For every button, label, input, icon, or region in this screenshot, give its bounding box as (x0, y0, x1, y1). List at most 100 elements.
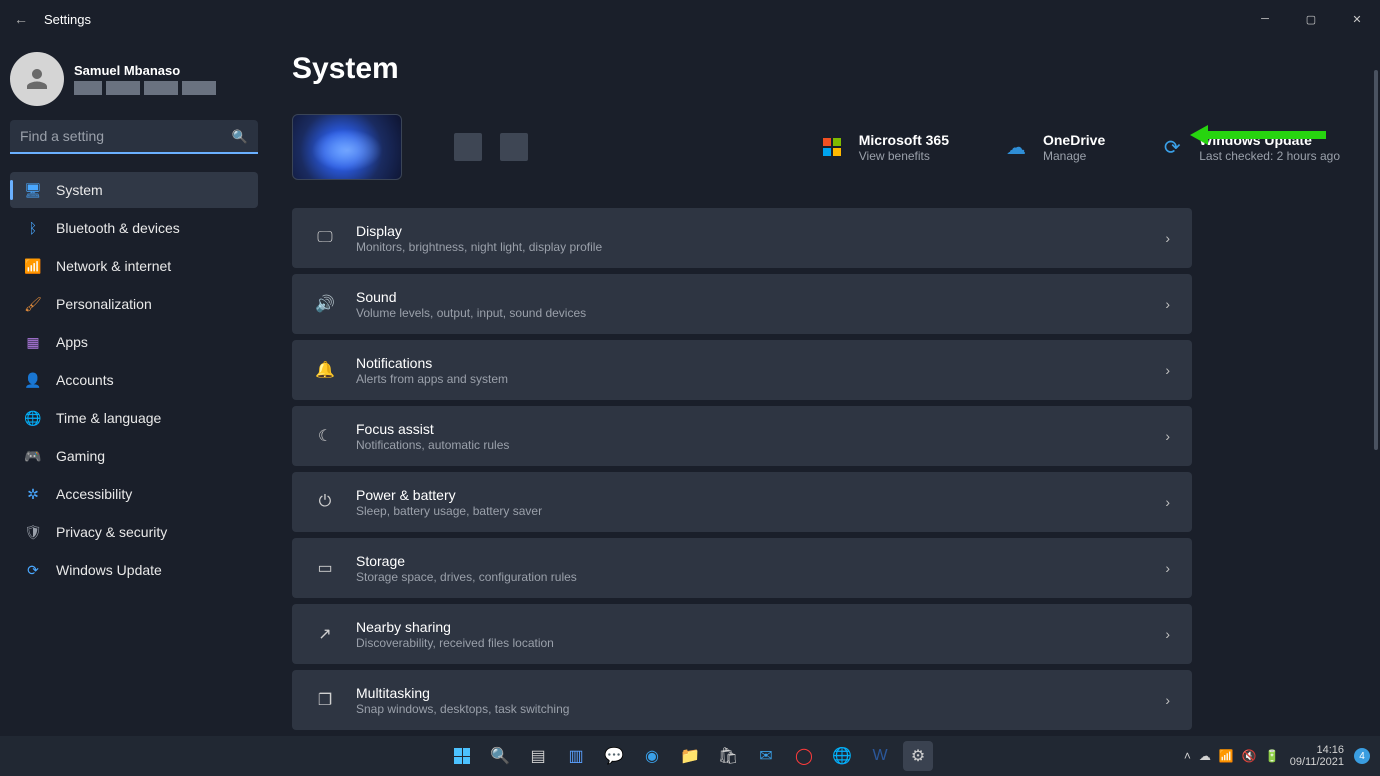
avatar (10, 52, 64, 106)
sidebar-item-label: Privacy & security (56, 524, 167, 540)
settings-row-nearby-sharing[interactable]: ↗ Nearby sharingDiscoverability, received… (292, 604, 1192, 664)
apps-icon: ▦ (24, 333, 42, 351)
windows-update-icon: ⟳ (1157, 132, 1187, 162)
ms365-card[interactable]: Microsoft 365 View benefits (817, 132, 949, 163)
start-button[interactable] (447, 741, 477, 771)
row-subtitle: Snap windows, desktops, task switching (356, 702, 1145, 716)
tray-battery-icon[interactable]: 🔋 (1265, 749, 1280, 763)
bluetooth-devices-icon: ᛒ (24, 219, 42, 237)
chevron-right-icon: › (1165, 362, 1170, 378)
edge-icon[interactable]: ◉ (637, 741, 667, 771)
file-explorer-icon[interactable]: 📁 (675, 741, 705, 771)
chevron-right-icon: › (1165, 560, 1170, 576)
sidebar-item-time-language[interactable]: 🌐Time & language (10, 400, 258, 436)
sound-icon: 🔊 (314, 294, 336, 314)
row-title: Display (356, 223, 1145, 239)
chat-icon[interactable]: 💬 (599, 741, 629, 771)
onedrive-title: OneDrive (1043, 132, 1105, 148)
settings-taskbar-icon[interactable]: ⚙ (903, 741, 933, 771)
network-internet-icon: 📶 (24, 257, 42, 275)
mail-icon[interactable]: ✉ (751, 741, 781, 771)
word-icon[interactable]: W (865, 741, 895, 771)
taskbar-search-icon[interactable]: 🔍 (485, 741, 515, 771)
tray-onedrive-icon[interactable]: ☁ (1199, 749, 1211, 763)
sidebar-item-label: Accounts (56, 372, 114, 388)
sidebar-item-system[interactable]: 🖥 System (10, 172, 258, 208)
settings-row-sound[interactable]: 🔊SoundVolume levels, output, input, soun… (292, 274, 1192, 334)
sidebar-item-personalization[interactable]: 🖌 Personalization (10, 286, 258, 322)
widgets-icon[interactable]: ▥ (561, 741, 591, 771)
accessibility-icon: ✲ (24, 485, 42, 503)
row-subtitle: Alerts from apps and system (356, 372, 1145, 386)
clock[interactable]: 14:16 09/11/2021 (1290, 744, 1344, 768)
sidebar: Samuel Mbanaso 🔍 🖥 System ᛒBluetooth & dev… (0, 38, 268, 736)
notifications-icon: 🔔 (314, 360, 336, 380)
sidebar-item-network-internet[interactable]: 📶 Network & internet (10, 248, 258, 284)
maximize-button[interactable]: ▢ (1288, 5, 1334, 33)
settings-row-notifications[interactable]: 🔔 NotificationsAlerts from apps and syste… (292, 340, 1192, 400)
desktop-preview[interactable] (292, 114, 402, 180)
sidebar-item-privacy-security[interactable]: 🛡 Privacy & security (10, 514, 258, 550)
onedrive-card[interactable]: ☁ OneDrive Manage (1001, 132, 1105, 163)
settings-row-multitasking[interactable]: ❐ MultitaskingSnap windows, desktops, tas… (292, 670, 1192, 730)
minimize-button[interactable]: ─ (1242, 5, 1288, 33)
settings-row-display[interactable]: 🖵 DisplayMonitors, brightness, night ligh… (292, 208, 1192, 268)
window-title: Settings (44, 12, 91, 27)
sidebar-item-apps[interactable]: ▦Apps (10, 324, 258, 360)
privacy-security-icon: 🛡 (24, 523, 42, 541)
windows-update-icon: ⟳ (24, 561, 42, 579)
notification-badge[interactable]: 4 (1354, 748, 1370, 764)
annotation-arrow (1190, 123, 1330, 153)
display-icon: 🖵 (314, 229, 336, 247)
taskbar: 🔍 ▤ ▥ 💬 ◉ 📁 🛍 ✉ ◯ 🌐 W ⚙ ˄ ☁ 📶 🔇 🔋 14:16 (0, 736, 1380, 776)
hero-row: Microsoft 365 View benefits ☁ OneDrive M… (292, 114, 1340, 180)
row-subtitle: Discoverability, received files location (356, 636, 1145, 650)
row-title: Nearby sharing (356, 619, 1145, 635)
tray-chevron-up-icon[interactable]: ˄ (1184, 749, 1191, 763)
close-button[interactable]: ✕ (1334, 5, 1380, 33)
settings-row-power-battery[interactable]: ⏻Power & batterySleep, battery usage, ba… (292, 472, 1192, 532)
rename-button-placeholder[interactable] (500, 133, 528, 161)
page-title: System (292, 52, 1340, 86)
tray-wifi-icon[interactable]: 📶 (1219, 749, 1234, 763)
row-title: Storage (356, 553, 1145, 569)
search-input[interactable] (10, 120, 258, 154)
sidebar-item-windows-update[interactable]: ⟳ Windows Update (10, 552, 258, 588)
settings-row-focus-assist[interactable]: ☾Focus assistNotifications, automatic ru… (292, 406, 1192, 466)
user-email-redacted (74, 81, 216, 95)
account-header[interactable]: Samuel Mbanaso (10, 52, 258, 106)
sidebar-item-label: Personalization (56, 296, 152, 312)
sidebar-item-accounts[interactable]: 👤Accounts (10, 362, 258, 398)
store-icon[interactable]: 🛍 (713, 741, 743, 771)
sidebar-item-label: System (56, 182, 103, 198)
gaming-icon: 🎮 (24, 447, 42, 465)
sidebar-item-label: Windows Update (56, 562, 162, 578)
row-subtitle: Notifications, automatic rules (356, 438, 1145, 452)
sidebar-item-label: Network & internet (56, 258, 171, 274)
system-icon: 🖥 (24, 181, 42, 199)
task-view-icon[interactable]: ▤ (523, 741, 553, 771)
back-button[interactable]: ← (14, 11, 28, 27)
multitasking-icon: ❐ (314, 690, 336, 710)
row-title: Sound (356, 289, 1145, 305)
row-title: Notifications (356, 355, 1145, 371)
personalization-icon: 🖌 (24, 295, 42, 313)
settings-row-storage[interactable]: ▭ StorageStorage space, drives, configura… (292, 538, 1192, 598)
storage-icon: ▭ (314, 558, 336, 578)
sidebar-item-gaming[interactable]: 🎮Gaming (10, 438, 258, 474)
tray-volume-icon[interactable]: 🔇 (1242, 749, 1257, 763)
onedrive-icon: ☁ (1001, 132, 1031, 162)
chevron-right-icon: › (1165, 428, 1170, 444)
search-box[interactable]: 🔍 (10, 120, 258, 154)
row-title: Multitasking (356, 685, 1145, 701)
sidebar-item-accessibility[interactable]: ✲Accessibility (10, 476, 258, 512)
chrome-icon[interactable]: 🌐 (827, 741, 857, 771)
ms365-icon (817, 132, 847, 162)
nearby-sharing-icon: ↗ (314, 624, 336, 644)
row-subtitle: Storage space, drives, configuration rul… (356, 570, 1145, 584)
device-name-placeholder (454, 133, 482, 161)
sidebar-item-bluetooth-devices[interactable]: ᛒBluetooth & devices (10, 210, 258, 246)
row-subtitle: Monitors, brightness, night light, displ… (356, 240, 1145, 254)
opera-icon[interactable]: ◯ (789, 741, 819, 771)
scrollbar[interactable] (1374, 70, 1378, 450)
